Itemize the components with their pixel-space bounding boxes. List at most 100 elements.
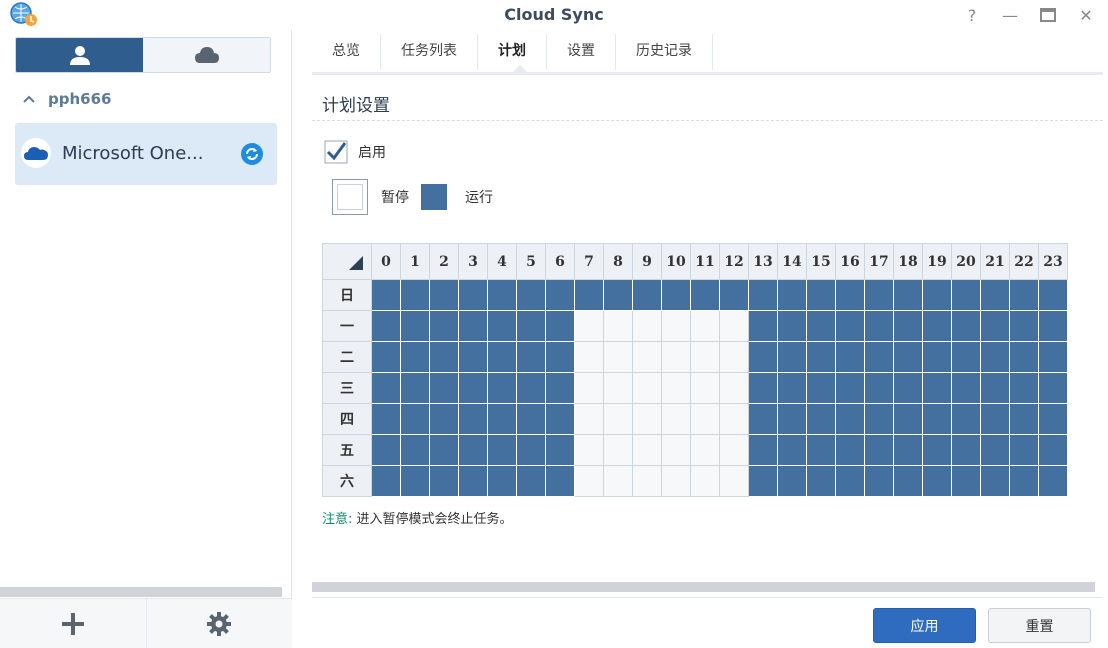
- schedule-cell-run[interactable]: [864, 465, 894, 497]
- schedule-cell-run[interactable]: [487, 403, 517, 435]
- schedule-cell-run[interactable]: [371, 310, 401, 342]
- schedule-cell-run[interactable]: [487, 341, 517, 373]
- schedule-cell-run[interactable]: [516, 279, 546, 311]
- hour-header[interactable]: 1: [400, 243, 430, 280]
- schedule-cell-run[interactable]: [835, 403, 865, 435]
- schedule-cell-run[interactable]: [429, 372, 459, 404]
- schedule-cell-pause[interactable]: [690, 341, 720, 373]
- schedule-cell-run[interactable]: [661, 279, 691, 311]
- schedule-cell-run[interactable]: [980, 403, 1010, 435]
- schedule-cell-run[interactable]: [893, 465, 923, 497]
- day-header[interactable]: 六: [322, 465, 372, 497]
- schedule-cell-run[interactable]: [1009, 341, 1039, 373]
- schedule-cell-run[interactable]: [806, 279, 836, 311]
- schedule-cell-run[interactable]: [951, 310, 981, 342]
- tab-settings[interactable]: 设置: [547, 34, 616, 70]
- schedule-cell-run[interactable]: [371, 403, 401, 435]
- schedule-cell-run[interactable]: [835, 279, 865, 311]
- schedule-cell-pause[interactable]: [690, 372, 720, 404]
- schedule-cell-run[interactable]: [690, 279, 720, 311]
- schedule-cell-run[interactable]: [835, 434, 865, 466]
- tab-overview[interactable]: 总览: [312, 34, 381, 70]
- schedule-cell-run[interactable]: [748, 372, 778, 404]
- schedule-cell-pause[interactable]: [632, 372, 662, 404]
- schedule-cell-run[interactable]: [951, 279, 981, 311]
- schedule-cell-run[interactable]: [371, 279, 401, 311]
- schedule-cell-run[interactable]: [835, 372, 865, 404]
- hour-header[interactable]: 9: [632, 243, 662, 280]
- hour-header[interactable]: 0: [371, 243, 401, 280]
- hour-header[interactable]: 19: [922, 243, 952, 280]
- schedule-cell-pause[interactable]: [719, 310, 749, 342]
- schedule-cell-run[interactable]: [1009, 403, 1039, 435]
- schedule-cell-run[interactable]: [748, 279, 778, 311]
- schedule-cell-run[interactable]: [545, 310, 575, 342]
- schedule-cell-run[interactable]: [864, 341, 894, 373]
- schedule-cell-run[interactable]: [893, 434, 923, 466]
- day-header[interactable]: 日: [322, 279, 372, 311]
- schedule-cell-run[interactable]: [545, 403, 575, 435]
- schedule-cell-run[interactable]: [748, 434, 778, 466]
- schedule-cell-run[interactable]: [835, 465, 865, 497]
- hour-header[interactable]: 20: [951, 243, 981, 280]
- task-item[interactable]: Microsoft One...: [15, 123, 277, 185]
- day-header[interactable]: 三: [322, 372, 372, 404]
- schedule-cell-run[interactable]: [922, 279, 952, 311]
- schedule-cell-run[interactable]: [951, 372, 981, 404]
- schedule-cell-run[interactable]: [893, 372, 923, 404]
- schedule-cell-run[interactable]: [980, 372, 1010, 404]
- sidebar-scrollbar[interactable]: [0, 587, 282, 597]
- schedule-cell-run[interactable]: [371, 372, 401, 404]
- schedule-cell-run[interactable]: [516, 434, 546, 466]
- schedule-cell-run[interactable]: [516, 341, 546, 373]
- schedule-cell-run[interactable]: [980, 434, 1010, 466]
- schedule-cell-run[interactable]: [922, 310, 952, 342]
- schedule-cell-run[interactable]: [777, 310, 807, 342]
- schedule-cell-pause[interactable]: [574, 372, 604, 404]
- close-icon[interactable]: ✕: [1074, 4, 1098, 26]
- schedule-cell-run[interactable]: [864, 372, 894, 404]
- schedule-cell-pause[interactable]: [603, 465, 633, 497]
- schedule-cell-run[interactable]: [458, 434, 488, 466]
- schedule-cell-run[interactable]: [458, 403, 488, 435]
- schedule-cell-run[interactable]: [1009, 279, 1039, 311]
- hour-header[interactable]: 2: [429, 243, 459, 280]
- grid-corner-select-all[interactable]: [322, 243, 372, 280]
- schedule-cell-run[interactable]: [980, 465, 1010, 497]
- schedule-cell-run[interactable]: [951, 341, 981, 373]
- schedule-cell-run[interactable]: [777, 279, 807, 311]
- schedule-cell-run[interactable]: [400, 434, 430, 466]
- schedule-cell-pause[interactable]: [632, 465, 662, 497]
- schedule-cell-run[interactable]: [1009, 372, 1039, 404]
- enable-checkbox[interactable]: [324, 140, 348, 164]
- schedule-cell-run[interactable]: [487, 465, 517, 497]
- hour-header[interactable]: 6: [545, 243, 575, 280]
- schedule-cell-run[interactable]: [806, 434, 836, 466]
- schedule-cell-run[interactable]: [1038, 465, 1068, 497]
- schedule-cell-run[interactable]: [864, 279, 894, 311]
- schedule-cell-run[interactable]: [864, 310, 894, 342]
- schedule-cell-run[interactable]: [516, 465, 546, 497]
- schedule-cell-run[interactable]: [806, 310, 836, 342]
- schedule-cell-run[interactable]: [400, 279, 430, 311]
- hour-header[interactable]: 17: [864, 243, 894, 280]
- schedule-cell-run[interactable]: [1038, 341, 1068, 373]
- schedule-cell-pause[interactable]: [574, 341, 604, 373]
- hour-header[interactable]: 7: [574, 243, 604, 280]
- schedule-cell-pause[interactable]: [661, 310, 691, 342]
- schedule-cell-run[interactable]: [777, 372, 807, 404]
- schedule-cell-pause[interactable]: [719, 403, 749, 435]
- schedule-cell-run[interactable]: [545, 372, 575, 404]
- schedule-cell-run[interactable]: [922, 372, 952, 404]
- schedule-cell-run[interactable]: [777, 465, 807, 497]
- schedule-cell-pause[interactable]: [661, 465, 691, 497]
- hour-header[interactable]: 4: [487, 243, 517, 280]
- schedule-cell-run[interactable]: [516, 372, 546, 404]
- schedule-cell-pause[interactable]: [719, 434, 749, 466]
- schedule-cell-run[interactable]: [429, 279, 459, 311]
- schedule-cell-pause[interactable]: [690, 465, 720, 497]
- cloud-view-button[interactable]: [143, 38, 270, 72]
- schedule-cell-run[interactable]: [951, 465, 981, 497]
- minimize-icon[interactable]: —: [998, 4, 1022, 26]
- tab-task-list[interactable]: 任务列表: [381, 34, 478, 70]
